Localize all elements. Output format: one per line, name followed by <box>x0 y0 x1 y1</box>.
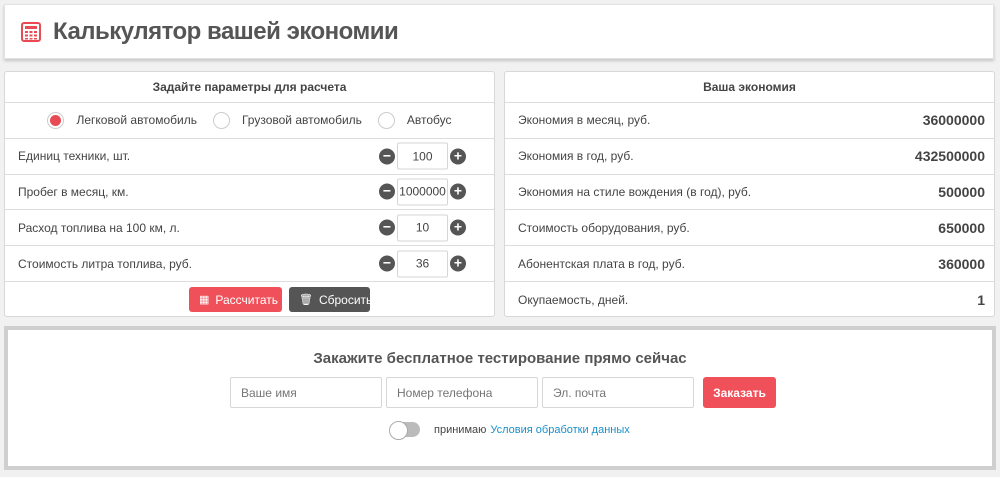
param-label: Расход топлива на 100 км, л. <box>18 220 180 235</box>
radio-option-truck[interactable]: Грузовой автомобиль <box>212 111 362 129</box>
param-row-units: Единиц техники, шт. − + <box>5 139 494 175</box>
savings-value: 650000 <box>938 219 985 236</box>
page-title: Калькулятор вашей экономии <box>53 17 399 45</box>
fuel-stepper: − + <box>379 214 466 242</box>
minus-icon[interactable]: − <box>379 148 395 165</box>
radio-label: Грузовой автомобиль <box>241 113 362 128</box>
savings-label: Экономия в год, руб. <box>518 149 634 164</box>
radio-option-bus[interactable]: Автобус <box>377 111 452 129</box>
consent-link[interactable]: Условия обработки данных <box>490 424 629 436</box>
trash-icon: 🗑 <box>299 294 313 307</box>
savings-row: Экономия на стиле вождения (в год), руб.… <box>505 175 994 211</box>
savings-label: Абонентская плата в год, руб. <box>518 256 685 271</box>
params-actions: ▦ Рассчитать 🗑 Сбросить <box>5 282 494 318</box>
radio-button-bus[interactable] <box>377 111 395 129</box>
order-button[interactable]: Заказать <box>703 377 776 408</box>
savings-label: Экономия на стиле вождения (в год), руб. <box>518 184 752 199</box>
reset-label: Сбросить <box>318 292 373 307</box>
savings-row: Окупаемость, дней. 1 <box>505 282 994 318</box>
page-header: Калькулятор вашей экономии <box>4 4 994 59</box>
minus-icon[interactable]: − <box>379 183 395 200</box>
consent-row: принимаю Условия обработки данных <box>389 421 630 440</box>
radio-button-car[interactable] <box>47 111 65 129</box>
radio-label: Легковой автомобиль <box>76 113 197 128</box>
param-label: Стоимость литра топлива, руб. <box>18 256 192 271</box>
reset-button[interactable]: 🗑 Сбросить <box>289 287 373 313</box>
name-input[interactable] <box>230 377 382 408</box>
calculate-button[interactable]: ▦ Рассчитать <box>189 287 282 313</box>
param-row-fuel: Расход топлива на 100 км, л. − + <box>5 210 494 247</box>
param-label: Пробег в месяц, км. <box>18 184 129 199</box>
savings-row: Экономия в месяц, руб. 36000000 <box>505 103 994 139</box>
plus-icon[interactable]: + <box>450 255 466 272</box>
param-row-price: Стоимость литра топлива, руб. − + <box>5 246 494 282</box>
param-row-mileage: Пробег в месяц, км. − + <box>5 175 494 211</box>
savings-label: Окупаемость, дней. <box>518 292 629 307</box>
plus-icon[interactable]: + <box>450 148 466 165</box>
params-title: Задайте параметры для расчета <box>5 72 494 103</box>
order-title: Закажите бесплатное тестирование прямо с… <box>313 350 687 367</box>
vehicle-type-group: Легковой автомобиль Грузовой автомобиль … <box>5 103 494 139</box>
units-stepper: − + <box>379 142 466 170</box>
plus-icon[interactable]: + <box>450 219 466 236</box>
params-panel: Задайте параметры для расчета Легковой а… <box>4 71 495 317</box>
minus-icon[interactable]: − <box>379 255 395 272</box>
savings-row: Стоимость оборудования, руб. 650000 <box>505 210 994 247</box>
phone-input[interactable] <box>386 377 538 408</box>
mileage-input[interactable] <box>397 178 448 206</box>
savings-value: 1 <box>977 291 985 308</box>
radio-option-car[interactable]: Легковой автомобиль <box>47 111 197 129</box>
calculator-icon: ▦ <box>199 294 210 307</box>
savings-row: Абонентская плата в год, руб. 360000 <box>505 246 994 282</box>
consent-toggle[interactable] <box>389 421 420 440</box>
mileage-stepper: − + <box>379 178 466 206</box>
savings-value: 500000 <box>938 183 985 200</box>
savings-value: 432500000 <box>914 148 985 165</box>
savings-label: Стоимость оборудования, руб. <box>518 220 690 235</box>
radio-label: Автобус <box>406 113 452 128</box>
calculator-icon <box>21 21 41 42</box>
savings-label: Экономия в месяц, руб. <box>518 113 651 128</box>
savings-row: Экономия в год, руб. 432500000 <box>505 139 994 175</box>
consent-text: принимаю <box>434 423 487 436</box>
savings-panel: Ваша экономия Экономия в месяц, руб. 360… <box>504 71 995 317</box>
price-stepper: − + <box>379 250 466 278</box>
fuel-input[interactable] <box>397 214 448 242</box>
email-input[interactable] <box>542 377 694 408</box>
order-form: Закажите бесплатное тестирование прямо с… <box>4 326 996 470</box>
plus-icon[interactable]: + <box>450 183 466 200</box>
minus-icon[interactable]: − <box>379 219 395 236</box>
savings-value: 36000000 <box>922 112 985 129</box>
price-input[interactable] <box>397 250 448 278</box>
radio-button-truck[interactable] <box>212 111 230 129</box>
savings-value: 360000 <box>938 255 985 272</box>
units-input[interactable] <box>397 142 448 170</box>
param-label: Единиц техники, шт. <box>18 149 131 164</box>
calculate-label: Рассчитать <box>215 292 279 307</box>
savings-title: Ваша экономия <box>505 72 994 103</box>
